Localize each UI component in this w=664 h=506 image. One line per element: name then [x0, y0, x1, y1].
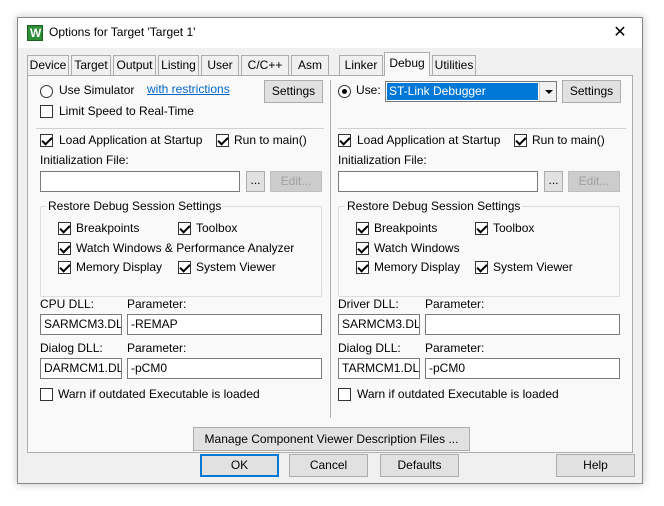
chevron-down-icon[interactable]	[539, 82, 556, 101]
tab-listing[interactable]: Listing	[158, 55, 199, 75]
target-run-to-main-label: Run to main()	[532, 133, 605, 147]
init-file-label: Initialization File:	[40, 153, 129, 167]
target-load-app-checkbox[interactable]	[338, 134, 351, 147]
options-dialog: W Options for Target 'Target 1' ✕ Device…	[17, 17, 643, 484]
cancel-button[interactable]: Cancel	[289, 454, 368, 477]
tab-device[interactable]: Device	[27, 55, 69, 75]
target-toolbox-checkbox[interactable]	[475, 222, 488, 235]
toolbox-label: Toolbox	[196, 221, 238, 235]
target-restore-settings-title: Restore Debug Session Settings	[345, 199, 523, 213]
ok-button[interactable]: OK	[200, 454, 279, 477]
tab-cpp[interactable]: C/C++	[241, 55, 289, 75]
target-toolbox-label: Toolbox	[493, 221, 535, 235]
target-init-file-edit-button[interactable]: Edit...	[568, 171, 620, 192]
help-button[interactable]: Help	[556, 454, 635, 477]
target-dialog-param-input[interactable]: -pCM0	[425, 358, 620, 379]
tab-target[interactable]: Target	[71, 55, 111, 75]
watch-windows-checkbox[interactable]	[58, 242, 71, 255]
target-breakpoints-checkbox[interactable]	[356, 222, 369, 235]
column-divider	[330, 80, 331, 418]
driver-param-input[interactable]	[425, 314, 620, 335]
tab-utilities[interactable]: Utilities	[432, 55, 476, 75]
cpu-dll-input[interactable]: SARMCM3.DLL	[40, 314, 122, 335]
target-system-viewer-checkbox[interactable]	[475, 261, 488, 274]
close-button[interactable]: ✕	[598, 18, 642, 48]
target-watch-windows-label: Watch Windows	[374, 241, 460, 255]
limit-speed-checkbox[interactable]	[40, 105, 53, 118]
tab-user[interactable]: User	[201, 55, 239, 75]
target-init-file-browse-button[interactable]: ...	[544, 171, 563, 192]
warn-outdated-checkbox[interactable]	[40, 388, 53, 401]
driver-dll-label: Driver DLL:	[338, 297, 399, 311]
target-memory-display-label: Memory Display	[374, 260, 461, 274]
use-debugger-radio[interactable]	[338, 85, 351, 98]
target-dialog-dll-label: Dialog DLL:	[338, 341, 401, 355]
target-memory-display-checkbox[interactable]	[356, 261, 369, 274]
use-simulator-radio[interactable]	[40, 85, 53, 98]
use-simulator-label: Use Simulator	[59, 83, 135, 97]
keil-app-icon: W	[27, 25, 43, 41]
target-dialog-dll-input[interactable]: TARMCM1.DLL	[338, 358, 420, 379]
restore-settings-title: Restore Debug Session Settings	[46, 199, 224, 213]
memory-display-label: Memory Display	[76, 260, 163, 274]
target-init-file-input[interactable]	[338, 171, 538, 192]
title-bar[interactable]: W Options for Target 'Target 1' ✕	[18, 18, 642, 48]
target-system-viewer-label: System Viewer	[493, 260, 573, 274]
tab-output[interactable]: Output	[113, 55, 156, 75]
init-file-browse-button[interactable]: ...	[246, 171, 265, 192]
defaults-button[interactable]: Defaults	[380, 454, 459, 477]
right-header-divider	[338, 128, 626, 129]
dialog-dll-input[interactable]: DARMCM1.DLL	[40, 358, 122, 379]
warn-outdated-label: Warn if outdated Executable is loaded	[58, 387, 260, 401]
system-viewer-label: System Viewer	[196, 260, 276, 274]
debug-tab-panel: Use Simulator with restrictions Settings…	[27, 75, 633, 453]
debugger-select-value: ST-Link Debugger	[387, 83, 538, 100]
limit-speed-label: Limit Speed to Real-Time	[59, 104, 194, 118]
breakpoints-label: Breakpoints	[76, 221, 140, 235]
debugger-settings-button[interactable]: Settings	[562, 80, 621, 103]
tab-linker[interactable]: Linker	[339, 55, 383, 75]
dialog-dll-label: Dialog DLL:	[40, 341, 103, 355]
watch-windows-label: Watch Windows & Performance Analyzer	[76, 241, 295, 255]
run-to-main-label: Run to main()	[234, 133, 307, 147]
dialog-param-label: Parameter:	[127, 341, 187, 355]
window-title: Options for Target 'Target 1'	[49, 25, 196, 39]
target-dialog-param-label: Parameter:	[425, 341, 485, 355]
target-breakpoints-label: Breakpoints	[374, 221, 438, 235]
dialog-param-input[interactable]: -pCM0	[127, 358, 322, 379]
run-to-main-checkbox[interactable]	[216, 134, 229, 147]
tab-asm[interactable]: Asm	[291, 55, 329, 75]
simulator-settings-button[interactable]: Settings	[264, 80, 323, 103]
tab-debug[interactable]: Debug	[384, 52, 430, 76]
target-watch-windows-checkbox[interactable]	[356, 242, 369, 255]
target-run-to-main-checkbox[interactable]	[514, 134, 527, 147]
cpu-param-input[interactable]: -REMAP	[127, 314, 322, 335]
system-viewer-checkbox[interactable]	[178, 261, 191, 274]
toolbox-checkbox[interactable]	[178, 222, 191, 235]
load-app-checkbox[interactable]	[40, 134, 53, 147]
cpu-dll-label: CPU DLL:	[40, 297, 95, 311]
target-warn-outdated-checkbox[interactable]	[338, 388, 351, 401]
load-app-label: Load Application at Startup	[59, 133, 203, 147]
target-load-app-label: Load Application at Startup	[357, 133, 501, 147]
init-file-input[interactable]	[40, 171, 240, 192]
init-file-edit-button[interactable]: Edit...	[270, 171, 322, 192]
driver-param-label: Parameter:	[425, 297, 485, 311]
with-restrictions-link[interactable]: with restrictions	[147, 82, 230, 96]
memory-display-checkbox[interactable]	[58, 261, 71, 274]
driver-dll-input[interactable]: SARMCM3.DLL	[338, 314, 420, 335]
debugger-select[interactable]: ST-Link Debugger	[385, 81, 557, 102]
cpu-param-label: Parameter:	[127, 297, 187, 311]
use-label: Use:	[356, 83, 381, 97]
target-init-file-label: Initialization File:	[338, 153, 427, 167]
breakpoints-checkbox[interactable]	[58, 222, 71, 235]
target-warn-outdated-label: Warn if outdated Executable is loaded	[357, 387, 559, 401]
manage-component-viewer-button[interactable]: Manage Component Viewer Description File…	[193, 427, 470, 451]
left-header-divider	[36, 128, 324, 129]
